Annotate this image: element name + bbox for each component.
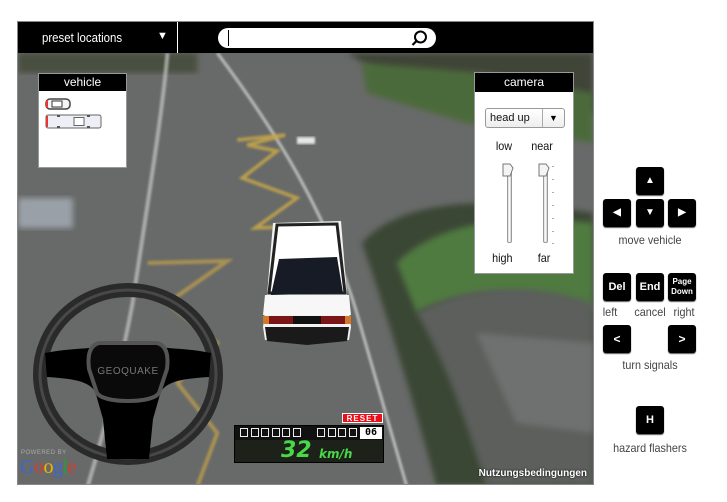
- google-logo: Google: [20, 456, 76, 479]
- trip-value: 06: [360, 427, 382, 439]
- height-slider-bottom-label: high: [492, 251, 513, 265]
- arrow-down-icon: ▼: [645, 207, 655, 218]
- move-vehicle-label: move vehicle: [618, 233, 682, 247]
- odometer-digit: [282, 428, 290, 437]
- player-car: [263, 221, 351, 345]
- search-icon[interactable]: [410, 30, 428, 46]
- hazard-flashers-label: hazard flashers: [613, 441, 687, 455]
- top-bar: preset locations ▼: [18, 22, 593, 53]
- vehicle-option-limousine[interactable]: [45, 114, 103, 129]
- del-key-label: Del: [608, 281, 626, 293]
- odometer-digit: [240, 428, 248, 437]
- odometer-digit: [250, 428, 259, 437]
- trip-digit: [348, 428, 357, 437]
- pagedown-key-label-2: Down: [671, 287, 693, 296]
- move-up-key[interactable]: ▲: [636, 167, 664, 195]
- google-logo-letter: o: [43, 456, 53, 478]
- camera-mode-select[interactable]: head up ▼: [485, 108, 565, 128]
- distance-slider-thumb[interactable]: [538, 163, 550, 177]
- chevron-down-icon: ▼: [542, 109, 564, 127]
- distance-slider-bottom-label: far: [537, 251, 551, 265]
- h-key-label: H: [646, 414, 654, 426]
- trip-digit: [317, 428, 325, 437]
- speed-unit: km/h: [319, 447, 353, 461]
- signal-right-label: right: [673, 305, 695, 319]
- vehicle-panel: vehicle: [38, 73, 127, 168]
- end-key-label: End: [639, 281, 661, 293]
- move-right-key[interactable]: ▶: [668, 199, 696, 227]
- camera-panel-title: camera: [475, 73, 573, 92]
- arrow-left-icon: ◀: [613, 207, 621, 218]
- pagedown-key-label-1: Page: [672, 277, 692, 286]
- signal-cancel-end-key[interactable]: End: [636, 273, 664, 301]
- lt-key-label: <: [613, 332, 621, 346]
- signal-left-key[interactable]: <: [603, 325, 631, 353]
- distance-slider-track[interactable]: [543, 167, 548, 243]
- steering-wheel[interactable]: GEOQUAKE: [31, 281, 225, 467]
- preset-locations-dropdown[interactable]: preset locations ▼: [18, 22, 178, 53]
- google-logo-letter: G: [20, 456, 34, 478]
- arrow-up-icon: ▲: [645, 175, 655, 186]
- move-down-key[interactable]: ▼: [636, 199, 664, 227]
- distance-slider-ticks: [552, 166, 554, 244]
- speed-value: 32: [281, 438, 312, 463]
- gt-key-label: >: [678, 332, 686, 346]
- signal-left-del-key[interactable]: Del: [603, 273, 631, 301]
- preset-locations-label: preset locations: [42, 30, 123, 45]
- odometer-digit: [261, 428, 269, 437]
- signal-right-pagedown-key[interactable]: Page Down: [668, 273, 696, 301]
- camera-panel: camera head up ▼ low near high far: [474, 72, 574, 274]
- signal-cancel-label: cancel: [634, 305, 666, 319]
- dropdown-caret-icon: ▼: [157, 30, 168, 42]
- reset-button[interactable]: RESET: [342, 413, 383, 423]
- arrow-right-icon: ▶: [678, 207, 686, 218]
- signal-left-label: left: [602, 305, 618, 319]
- move-left-key[interactable]: ◀: [603, 199, 631, 227]
- search-box: [218, 28, 436, 48]
- trip-digit: [327, 428, 336, 437]
- vehicle-option-sedan[interactable]: [45, 98, 71, 110]
- distance-slider-top-label: near: [531, 139, 553, 153]
- vehicle-panel-title: vehicle: [39, 74, 126, 91]
- odometer-digit: [292, 428, 301, 437]
- speedometer: 06 32 km/h: [234, 425, 384, 463]
- location-search-input[interactable]: [228, 30, 403, 46]
- camera-mode-value: head up: [490, 112, 530, 124]
- hazard-flashers-key[interactable]: H: [636, 406, 664, 434]
- odometer-digit: [271, 428, 280, 437]
- trip-digit: [338, 428, 346, 437]
- height-slider-thumb[interactable]: [502, 163, 514, 177]
- terms-of-use-link[interactable]: Nutzungsbedingungen: [479, 468, 587, 479]
- turn-signals-label: turn signals: [622, 358, 678, 372]
- height-slider-top-label: low: [495, 139, 513, 153]
- signal-right-key[interactable]: >: [668, 325, 696, 353]
- google-logo-letter: e: [67, 456, 77, 478]
- height-slider-track[interactable]: [507, 167, 512, 243]
- steering-wheel-brand: GEOQUAKE: [97, 366, 158, 377]
- driving-simulator-frame: preset locations ▼ vehicle camera head u…: [17, 21, 594, 485]
